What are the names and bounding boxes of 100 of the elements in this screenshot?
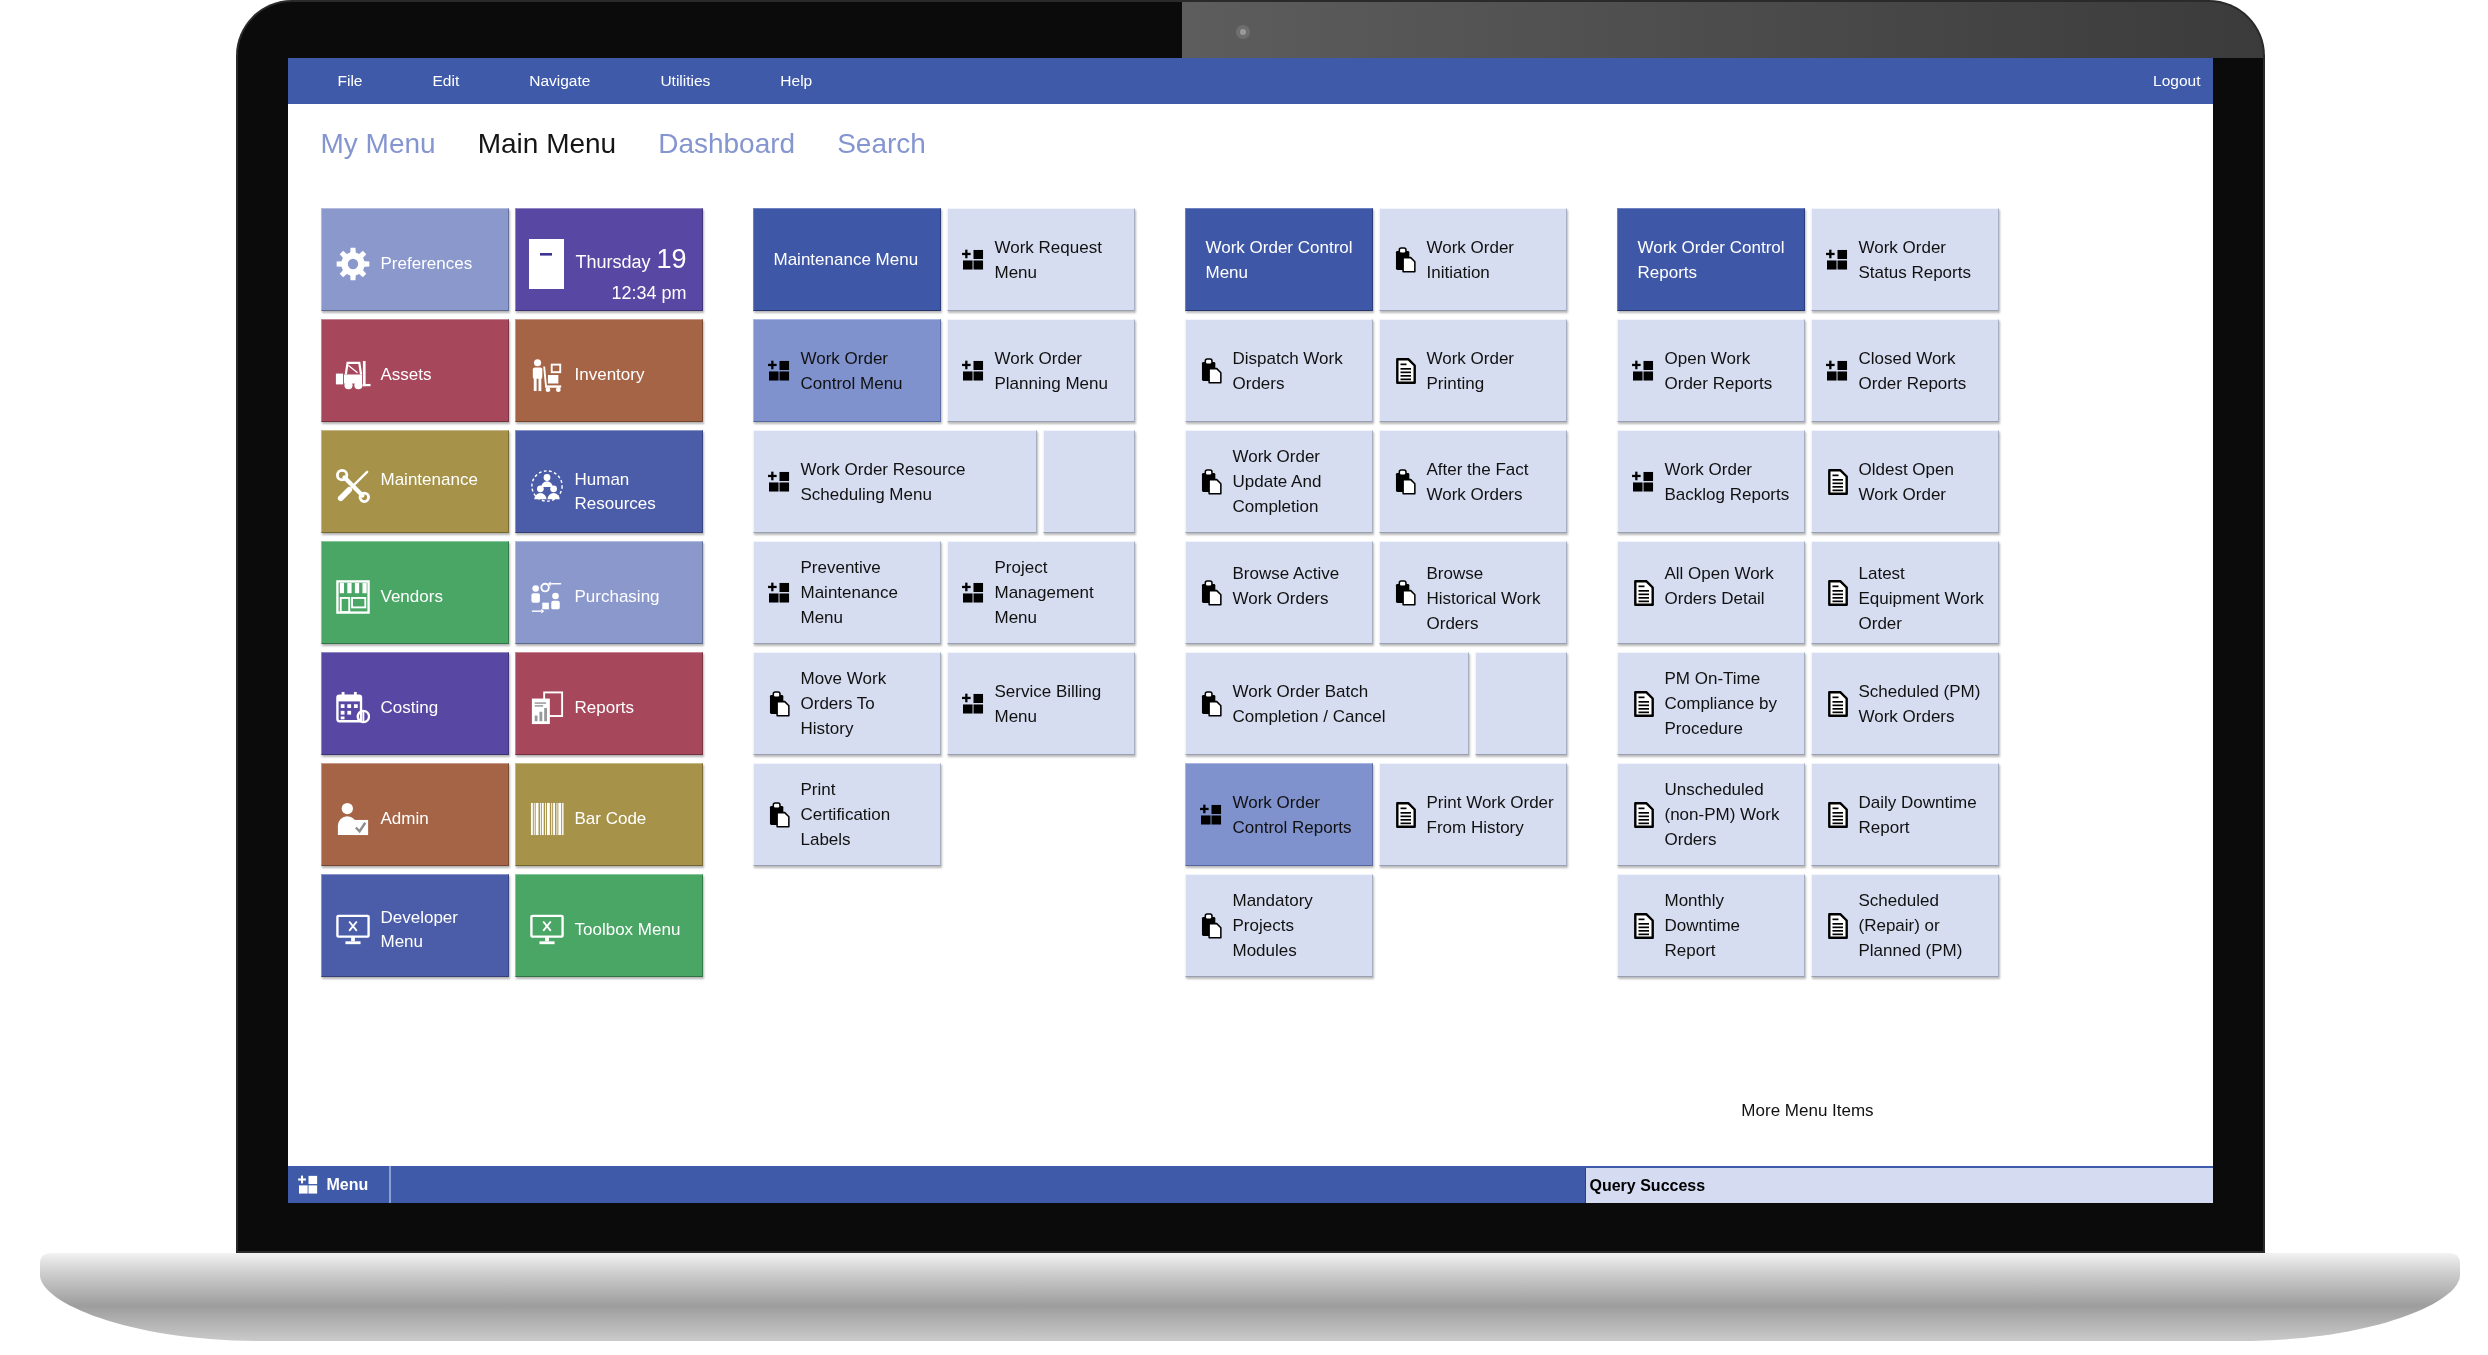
clipboard-icon [1395, 579, 1416, 606]
logout-button[interactable]: Logout [2153, 72, 2201, 90]
squares-plus-icon [1826, 360, 1849, 381]
menu-tile[interactable]: Move Work Orders To History [752, 652, 941, 755]
menu-tile[interactable]: Work Order Batch Completion / Cancel [1184, 652, 1469, 755]
day-number: 19 [656, 244, 687, 274]
status-field: Query Success [1584, 1168, 2213, 1203]
clipboard-icon [1201, 912, 1222, 939]
calendar-money-icon [335, 690, 370, 725]
page-icon [528, 238, 564, 289]
storefront-icon [335, 579, 370, 614]
menu-tile[interactable]: Dispatch Work Orders [1184, 319, 1373, 422]
squares-plus-icon [962, 249, 985, 270]
menu-tile[interactable]: All Open Work Orders Detail [1616, 541, 1805, 644]
menu-tile[interactable]: After the Fact Work Orders [1378, 430, 1567, 533]
forklift-icon [334, 358, 371, 391]
squares-plus-icon [1632, 360, 1655, 381]
menu-item[interactable]: File [337, 72, 363, 90]
module-tile[interactable]: Reports [514, 652, 703, 755]
module-tile[interactable]: Costing [320, 652, 509, 755]
clipboard-icon [1395, 468, 1416, 495]
menu-tile[interactable]: Work Order Backlog Reports [1616, 430, 1805, 533]
clipboard-icon [1201, 579, 1222, 606]
person-checkbox-icon [335, 801, 370, 836]
menu-tile[interactable]: Browse Historical Work Orders [1378, 541, 1567, 644]
barcode-icon [529, 801, 564, 836]
document-icon [1827, 468, 1848, 495]
squares-plus-icon [768, 582, 791, 603]
squares-plus-icon [962, 582, 985, 603]
document-icon [1633, 912, 1654, 939]
wrench-screwdriver-icon [335, 468, 370, 503]
module-tile[interactable]: Inventory [514, 319, 703, 422]
document-icon [1827, 579, 1848, 606]
clipboard-icon [1201, 468, 1222, 495]
weekday-label: Thursday [575, 251, 651, 274]
clipboard-icon [1201, 690, 1222, 717]
tab[interactable]: Main Menu [477, 128, 617, 160]
menu-tile[interactable]: Open Work Order Reports [1616, 319, 1805, 422]
clipboard-icon [769, 801, 790, 828]
document-icon [1827, 801, 1848, 828]
time-label: 12:34 pm [611, 282, 687, 305]
squares-plus-icon [768, 471, 791, 492]
monitor-x-icon [335, 912, 370, 947]
menu-tile[interactable]: PM On-Time Compliance by Procedure [1616, 652, 1805, 755]
document-icon [1395, 801, 1416, 828]
people-group-icon [529, 468, 564, 503]
menu-tile[interactable]: Work Order Initiation [1378, 208, 1567, 311]
menu-tile[interactable]: Unscheduled (non-PM) Work Orders [1616, 763, 1805, 866]
menu-item[interactable]: Navigate [529, 72, 591, 90]
more-menu-items-link[interactable]: More Menu Items [1741, 1099, 1874, 1123]
menu-tile[interactable]: Browse Active Work Orders [1184, 541, 1373, 644]
menu-tile[interactable]: Project Management Menu [946, 541, 1135, 644]
document-icon [1395, 357, 1416, 384]
menu-item[interactable]: Edit [432, 72, 460, 90]
clipboard-icon [769, 690, 790, 717]
menu-title-tile: Work Order Control Menu [1184, 208, 1373, 311]
module-tile[interactable]: Human Resources [514, 430, 703, 533]
squares-plus-icon [962, 360, 985, 381]
clipboard-icon [1201, 357, 1222, 384]
menu-tile[interactable]: Service Billing Menu [946, 652, 1135, 755]
module-tile[interactable]: Assets [320, 319, 509, 422]
document-icon [1827, 912, 1848, 939]
menu-tile[interactable]: Latest Equipment Work Order [1810, 541, 1999, 644]
menu-tile[interactable]: Work Order Status Reports [1810, 208, 1999, 311]
menu-tile[interactable]: Scheduled (PM) Work Orders [1810, 652, 1999, 755]
document-icon [1633, 690, 1654, 717]
menu-tile[interactable]: Oldest Open Work Order [1810, 430, 1999, 533]
menu-tile[interactable]: Daily Downtime Report [1810, 763, 1999, 866]
squares-plus-icon [1632, 471, 1655, 492]
menu-tile[interactable]: Work Request Menu [946, 208, 1135, 311]
report-documents-icon [529, 690, 564, 725]
squares-plus-icon [768, 360, 791, 381]
document-icon [1633, 579, 1654, 606]
purchase-exchange-icon [529, 579, 564, 614]
menu-tile[interactable]: Work Order Resource Scheduling Menu [752, 430, 1037, 533]
menu-title-tile: Maintenance Menu [752, 208, 941, 311]
module-tile[interactable]: Developer Menu [320, 874, 509, 977]
squares-plus-icon [962, 693, 985, 714]
menu-tile[interactable]: Work Order Control Menu [752, 319, 941, 422]
document-icon [1827, 690, 1848, 717]
squares-plus-icon [1200, 804, 1223, 825]
camera-icon [1234, 24, 1251, 40]
menu-tile[interactable]: Print Certification Labels [752, 763, 941, 866]
menu-tile[interactable]: Work Order Update And Completion [1184, 430, 1373, 533]
menu-item[interactable]: Utilities [660, 72, 711, 90]
menu-title-tile: Work Order Control Reports [1616, 208, 1805, 311]
menu-tile[interactable]: Scheduled (Repair) or Planned (PM) [1810, 874, 1999, 977]
menu-tile[interactable]: Work Order Control Reports [1184, 763, 1373, 866]
menu-tile[interactable]: Work Order Planning Menu [946, 319, 1135, 422]
clipboard-icon [1395, 246, 1416, 273]
menu-tile[interactable]: Monthly Downtime Report [1616, 874, 1805, 977]
menu-tile[interactable]: Print Work Order From History [1378, 763, 1567, 866]
menu-tile[interactable]: Closed Work Order Reports [1810, 319, 1999, 422]
document-icon [1633, 801, 1654, 828]
menu-item[interactable]: Help [780, 72, 813, 90]
menu-tile[interactable]: Work Order Printing [1378, 319, 1567, 422]
menu-tile[interactable]: Preventive Maintenance Menu [752, 541, 941, 644]
module-tile[interactable]: Admin [320, 763, 509, 866]
menu-tile[interactable]: Mandatory Projects Modules [1184, 874, 1373, 977]
gear-icon [335, 246, 370, 281]
